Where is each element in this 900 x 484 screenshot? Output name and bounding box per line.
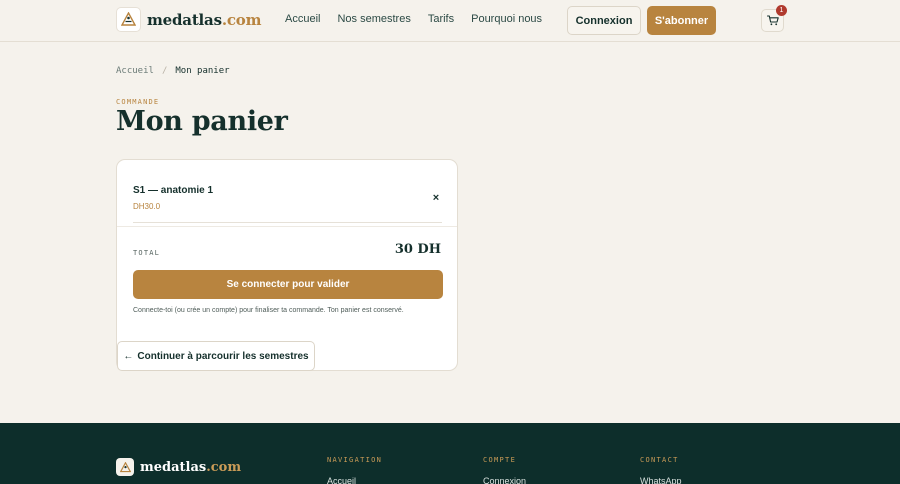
logo-text: medatlas.com: [147, 10, 262, 29]
arrow-left-icon: ←: [123, 350, 134, 362]
total-label: TOTAL: [133, 249, 161, 257]
remove-item-icon[interactable]: ×: [430, 192, 442, 204]
cart-card: S1 — anatomie 1 DH30.0 × TOTAL 30 DH Se …: [116, 159, 458, 371]
cart-item-price: DH30.0: [133, 202, 161, 211]
page-title: Mon panier: [116, 106, 288, 137]
nav-link-semestres[interactable]: Nos semestres: [337, 13, 410, 25]
cart-icon: [766, 15, 779, 26]
site-footer: medatlas.com NAVIGATION Accueil COMPTE C…: [0, 423, 900, 484]
footer-link-connexion[interactable]: Connexion: [483, 476, 526, 484]
cart-item-name: S1 — anatomie 1: [133, 185, 214, 196]
footer-heading: CONTACT: [640, 456, 679, 464]
checkout-hint: Connecte-toi (ou crée un compte) pour fi…: [133, 307, 404, 314]
nav-link-pourquoi[interactable]: Pourquoi nous: [471, 13, 542, 25]
total-value: 30 DH: [394, 242, 441, 257]
site-header: medatlas.com Accueil Nos semestres Tarif…: [0, 0, 900, 42]
footer-link-whatsapp[interactable]: WhatsApp: [640, 476, 682, 484]
footer-logo-icon: [116, 458, 134, 476]
login-button[interactable]: Connexion: [567, 6, 641, 35]
footer-heading: COMPTE: [483, 456, 517, 464]
logo-icon: [116, 7, 141, 32]
subscribe-button[interactable]: S'abonner: [647, 6, 716, 35]
section-divider: [117, 226, 457, 227]
page-eyebrow: COMMANDE: [116, 98, 160, 106]
footer-link-accueil[interactable]: Accueil: [327, 476, 382, 484]
main-nav: Accueil Nos semestres Tarifs Pourquoi no…: [285, 13, 559, 25]
footer-column-navigation: NAVIGATION Accueil: [327, 456, 382, 484]
breadcrumb-separator: /: [161, 66, 168, 76]
footer-column-compte: COMPTE Connexion: [483, 456, 526, 484]
continue-browsing-button[interactable]: ← Continuer à parcourir les semestres: [117, 341, 315, 371]
footer-column-contact: CONTACT WhatsApp: [640, 456, 682, 484]
nav-link-tarifs[interactable]: Tarifs: [428, 13, 454, 25]
site-logo[interactable]: medatlas.com: [116, 7, 261, 32]
continue-browsing-label: Continuer à parcourir les semestres: [137, 350, 309, 362]
footer-heading: NAVIGATION: [327, 456, 383, 464]
nav-link-accueil[interactable]: Accueil: [285, 13, 320, 25]
breadcrumb-current: Mon panier: [175, 66, 230, 76]
breadcrumb-home[interactable]: Accueil: [116, 66, 154, 76]
footer-logo-text: medatlas.com: [140, 459, 242, 475]
breadcrumb: Accueil / Mon panier: [116, 66, 230, 76]
login-to-checkout-button[interactable]: Se connecter pour valider: [133, 270, 443, 299]
item-divider: [133, 222, 442, 223]
cart-count-badge: 1: [776, 5, 787, 16]
footer-logo[interactable]: medatlas.com: [116, 458, 241, 476]
